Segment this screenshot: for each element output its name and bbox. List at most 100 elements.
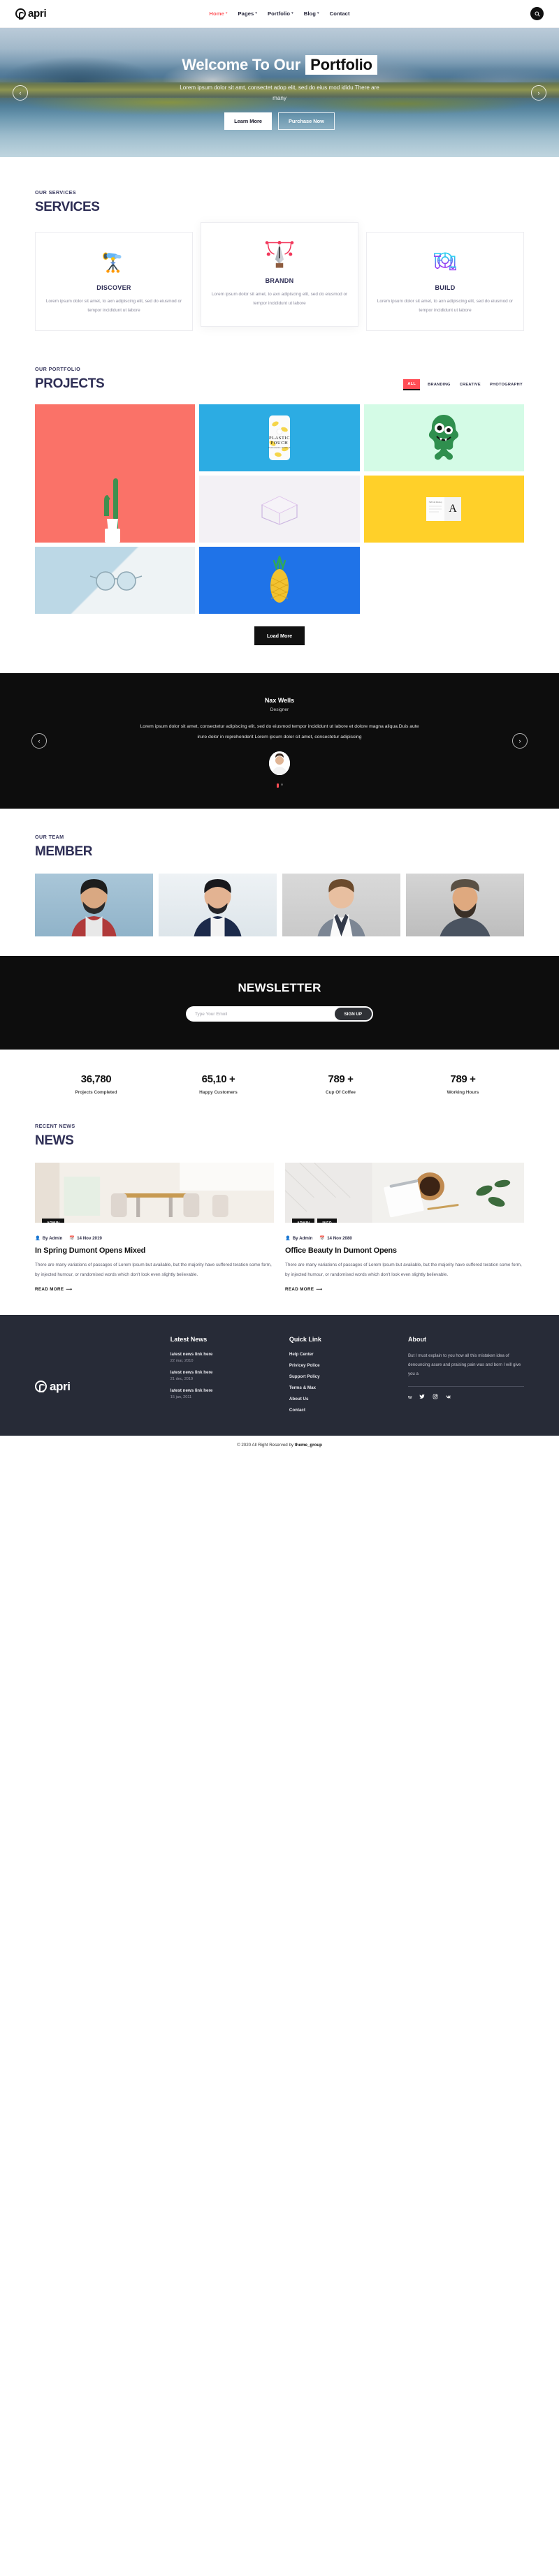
portfolio-item-sunglasses[interactable] <box>35 547 196 614</box>
team-kicker: OUR TEAM <box>35 834 64 841</box>
testimonial-prev-button[interactable]: ‹ <box>31 733 47 749</box>
pagination-dot[interactable] <box>280 783 283 786</box>
instagram-icon[interactable] <box>433 1394 438 1401</box>
dining-room-image <box>35 1163 274 1223</box>
load-more-button[interactable]: Load More <box>254 626 305 646</box>
portfolio-item-plastic-pouch[interactable]: PLASTIC POUCH PACKAGING MOCKUP <box>199 404 360 472</box>
counters-section: 36,780 Projects Completed 65,10 + Happy … <box>35 1050 524 1116</box>
filter-all[interactable]: ALL <box>403 379 421 391</box>
calendar-icon: 📅 <box>69 1236 75 1242</box>
badge-admin[interactable]: ADMIN <box>42 1219 65 1223</box>
purchase-now-button[interactable]: Purchase Now <box>277 112 335 131</box>
service-card-build[interactable]: BUILD Lorem ipsum dolor sit amet, to axn… <box>366 232 524 332</box>
service-card-discover[interactable]: DISCOVER Lorem ipsum dolor sit amet, to … <box>35 232 193 332</box>
badge-info[interactable]: INFO <box>317 1219 337 1223</box>
testimonial-next-button[interactable]: › <box>512 733 528 749</box>
footer-news-item[interactable]: latest news link here 15 jan, 2011 <box>170 1388 281 1399</box>
portfolio-item-cactus[interactable] <box>35 404 196 543</box>
site-footer: apri Latest News latest news link here 2… <box>0 1315 559 1436</box>
news-title: NEWS <box>35 1133 74 1149</box>
news-author-label: By Admin <box>42 1235 63 1241</box>
news-author: 👤 By Admin <box>285 1235 312 1242</box>
filter-branding[interactable]: BRANDING <box>426 381 452 389</box>
team-member-1[interactable] <box>35 874 153 937</box>
footer-news-item[interactable]: latest news link here 21 dec, 2019 <box>170 1370 281 1381</box>
hero-title-highlight: Portfolio <box>305 54 377 75</box>
footer-link-privacy-policy[interactable]: Privicey Police <box>289 1363 400 1368</box>
nav-item-pages[interactable]: Pages ▾ <box>238 10 258 17</box>
counter-label: Happy Customers <box>199 1090 238 1096</box>
news-headline[interactable]: In Spring Dumont Opens Mixed <box>35 1246 274 1255</box>
filter-creative[interactable]: CREATIVE <box>458 381 482 389</box>
twitter-icon[interactable] <box>419 1394 426 1401</box>
news-kicker: RECENT NEWS <box>35 1123 75 1130</box>
desk-flatlay-image <box>285 1163 524 1223</box>
news-card-1[interactable]: ADMIN 👤By Admin 📅14 Nov 2019 In Spring D… <box>35 1163 274 1294</box>
read-more-link[interactable]: READ MORE ⟶ <box>35 1287 73 1292</box>
chevron-down-icon: ▾ <box>317 11 319 15</box>
service-description: Lorem ipsum dolor sit amet, to axn adipi… <box>377 299 514 314</box>
footer-logo[interactable]: apri <box>35 1354 162 1419</box>
brand-logo[interactable]: apri <box>15 8 47 20</box>
learn-more-button[interactable]: Learn More <box>224 112 272 131</box>
pagination-dot-active[interactable] <box>276 783 279 788</box>
portfolio-item-half-fold-brochure[interactable]: Half Fold Mockup A <box>363 476 524 543</box>
newsletter-email-input[interactable] <box>187 1011 335 1017</box>
team-member-3[interactable] <box>282 874 400 937</box>
testimonial-quote: Lorem ipsum dolor sit amet, consectetur … <box>140 724 419 740</box>
portfolio-section: OUR PORTFOLIO PROJECTS ALL BRANDING CREA… <box>0 346 559 652</box>
read-more-link[interactable]: READ MORE ⟶ <box>285 1287 323 1292</box>
copyright-brand: theme_group <box>294 1443 322 1448</box>
portfolio-item-transparent-box[interactable] <box>199 476 360 543</box>
nav-item-home[interactable]: Home ▾ <box>209 10 227 17</box>
news-date: 📅 14 Nov 2019 <box>69 1235 102 1242</box>
badge-admin[interactable]: ADMIN <box>292 1219 315 1223</box>
portfolio-item-green-monster[interactable] <box>363 404 524 472</box>
footer-link-about-us[interactable]: About Us <box>289 1397 400 1401</box>
service-description: Lorem ipsum dolor sit amet, to axn adipi… <box>211 292 348 307</box>
portfolio-item-pineapple[interactable] <box>199 547 360 614</box>
news-card-2[interactable]: ADMIN INFO 👤By Admin 📅14 Nov 2080 Office… <box>285 1163 524 1294</box>
team-member-4[interactable] <box>406 874 524 937</box>
footer-news-link[interactable]: latest news link here <box>170 1388 281 1393</box>
arrow-right-icon: ⟶ <box>66 1287 73 1293</box>
news-date: 📅 14 Nov 2080 <box>319 1235 352 1242</box>
newsletter-signup-button[interactable]: SIGN UP <box>334 1008 372 1021</box>
hero-next-button[interactable]: › <box>531 84 546 101</box>
news-badges: ADMIN <box>42 1219 65 1223</box>
news-section: RECENT NEWS NEWS 👤 By Admin 📅 14 Nov 201… <box>0 1116 559 1315</box>
footer-latest-news: Latest News latest news link here 22 mar… <box>170 1336 281 1419</box>
footer-link-terms[interactable]: Terms & Max <box>289 1385 400 1390</box>
svg-text:POUCH: POUCH <box>271 441 289 446</box>
user-icon: 👤 <box>35 1236 41 1242</box>
hero-prev-button[interactable]: ‹ <box>13 84 28 101</box>
facebook-icon[interactable]: w <box>408 1394 412 1401</box>
filter-photography[interactable]: PHOTOGRAPHY <box>488 381 524 389</box>
apri-logo-icon <box>35 1381 47 1393</box>
nav-item-portfolio[interactable]: Portfolio ▾ <box>268 10 293 17</box>
service-card-brandn[interactable]: BRANDN Lorem ipsum dolor sit amet, to ax… <box>201 222 358 327</box>
nav-label: Home <box>209 10 224 17</box>
news-headline[interactable]: Office Beauty In Dumont Opens <box>285 1246 524 1255</box>
nav-item-contact[interactable]: Contact <box>330 10 350 17</box>
footer-news-item[interactable]: latest news link here 22 mar, 2010 <box>170 1352 281 1363</box>
svg-text:PLASTIC: PLASTIC <box>269 436 290 441</box>
footer-news-link[interactable]: latest news link here <box>170 1370 281 1375</box>
footer-news-link[interactable]: latest news link here <box>170 1352 281 1357</box>
footer-link-help-center[interactable]: Help Center <box>289 1352 400 1357</box>
main-navigation: Home ▾ Pages ▾ Portfolio ▾ Blog ▾ Contact <box>209 10 349 17</box>
read-more-label: READ MORE <box>35 1287 64 1293</box>
newsletter-form: SIGN UP <box>186 1006 373 1022</box>
vk-icon[interactable] <box>446 1394 452 1401</box>
footer-social-links: w <box>408 1394 524 1401</box>
search-icon[interactable] <box>530 7 544 20</box>
footer-news-date: 15 jan, 2011 <box>170 1395 192 1400</box>
footer-link-contact[interactable]: Contact <box>289 1408 400 1413</box>
footer-about: About But I must explain to you how all … <box>408 1336 524 1419</box>
nav-item-blog[interactable]: Blog ▾ <box>304 10 319 17</box>
service-name: BRANDN <box>265 277 294 284</box>
counter-label: Cup Of Coffee <box>326 1090 356 1096</box>
footer-heading: Quick Link <box>289 1336 321 1344</box>
team-member-2[interactable] <box>159 874 277 937</box>
footer-link-support-policy[interactable]: Support Policy <box>289 1374 400 1379</box>
